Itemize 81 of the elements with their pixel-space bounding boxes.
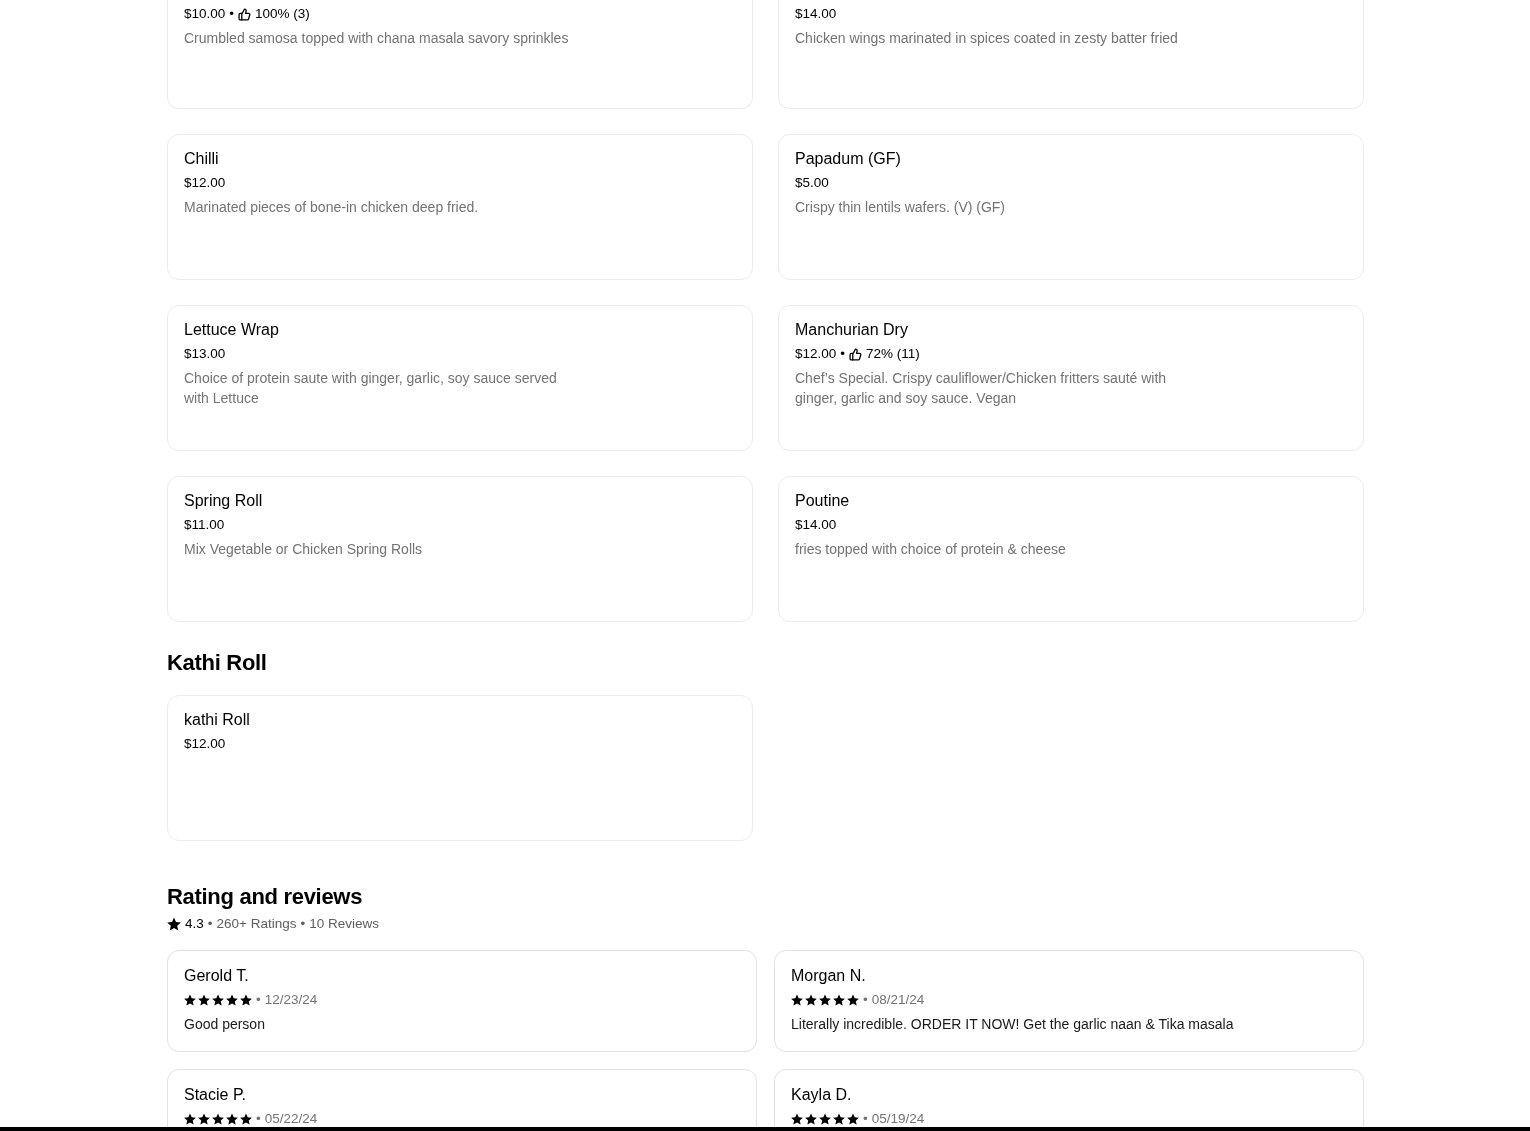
star-icon [805, 1113, 817, 1125]
menu-item-card[interactable]: kathi Roll $12.00 [167, 695, 753, 841]
reviewer-name: Morgan N. [791, 966, 866, 986]
star-icon [212, 994, 224, 1006]
star-icon [847, 994, 859, 1006]
item-description: Crispy thin lentils wafers. (V) (GF) [795, 198, 1006, 217]
item-description: Crumbled samosa topped with chana masala savory sprinkles [184, 29, 569, 48]
item-price: $12.00 [184, 735, 226, 753]
bullet-separator: • [863, 991, 868, 1009]
item-description: fries topped with choice of protein & cheese [795, 540, 1066, 559]
item-price: $13.00 [184, 345, 226, 363]
thumbs-up-icon [238, 7, 252, 21]
star-icon [847, 1113, 859, 1125]
bullet-separator: • [840, 345, 846, 363]
menu-item-card[interactable]: Papadum (GF) $5.00 Crispy thin lentils wafers. (V) (GF) [778, 134, 1364, 280]
star-icon [791, 994, 803, 1006]
menu-item-card[interactable]: $14.00 Chicken wings marinated in spices coated in zesty batter fried [778, 0, 1364, 109]
item-description: Chicken wings marinated in spices coated in zesty batter fried [795, 29, 1178, 48]
bullet-separator: • [300, 915, 306, 933]
ratings-count: 260+ Ratings [216, 915, 297, 933]
menu-item-card[interactable]: Poutine $14.00 fries topped with choice of protein & cheese [778, 476, 1364, 622]
review-text: Good person [184, 1015, 265, 1034]
item-price: $12.00 [795, 345, 837, 363]
item-name: Chilli [184, 149, 219, 169]
item-price: $12.00 [184, 174, 226, 192]
star-icon [805, 994, 817, 1006]
star-icon [198, 994, 210, 1006]
review-date: 12/23/24 [264, 991, 318, 1009]
reviews-count: 10 Reviews [309, 915, 379, 933]
star-icon [184, 994, 196, 1006]
menu-item-card[interactable]: Chilli $12.00 Marinated pieces of bone-in chicken deep fried. [167, 134, 753, 280]
section-heading: Rating and reviews [167, 883, 363, 911]
bullet-separator: • [229, 5, 235, 23]
star-icon [226, 1113, 238, 1125]
item-name: Manchurian Dry [795, 320, 908, 340]
bullet-separator: • [207, 915, 213, 933]
star-icon [240, 1113, 252, 1125]
thumbs-up-icon [849, 347, 863, 361]
star-icon [212, 1113, 224, 1125]
item-name: Poutine [795, 491, 850, 511]
item-price: $10.00 [184, 5, 226, 23]
menu-item-card[interactable]: Spring Roll $11.00 Mix Vegetable or Chicken Spring Rolls [167, 476, 753, 622]
item-name: Spring Roll [184, 491, 263, 511]
star-icon [226, 994, 238, 1006]
item-name: Papadum (GF) [795, 149, 901, 169]
item-name: kathi Roll [184, 710, 250, 730]
item-price: $11.00 [184, 516, 225, 534]
item-price: $5.00 [795, 174, 829, 192]
item-description: Chef’s Special. Crispy cauliflower/Chicken fritters sauté with ginger, garlic and soy sauce. Vegan [795, 369, 1168, 408]
bullet-separator: • [256, 1110, 261, 1128]
star-icon [819, 1113, 831, 1125]
like-rating: 72% (11) [866, 345, 920, 363]
like-rating: 100% (3) [255, 5, 310, 23]
star-icon [198, 1113, 210, 1125]
review-date: 05/22/24 [264, 1110, 318, 1128]
reviewer-name: Stacie P. [184, 1085, 246, 1105]
menu-item-card[interactable]: $10.00 • 100% (3) Crumbled samosa topped with chana masala savory sprinkles [167, 0, 753, 109]
review-date: 05/19/24 [871, 1110, 925, 1128]
star-icon [167, 917, 181, 931]
bullet-separator: • [256, 991, 261, 1009]
item-description: Choice of protein saute with ginger, garlic, soy sauce served with Lettuce [184, 369, 558, 408]
item-price: $14.00 [795, 516, 837, 534]
star-icon [240, 994, 252, 1006]
menu-item-card[interactable]: Lettuce Wrap $13.00 Choice of protein saute with ginger, garlic, soy sauce served with Lettuce [167, 305, 753, 451]
review-date: 08/21/24 [871, 991, 925, 1009]
star-icon [819, 994, 831, 1006]
reviewer-name: Gerold T. [184, 966, 249, 986]
star-icon [184, 1113, 196, 1125]
item-description: Marinated pieces of bone-in chicken deep fried. [184, 198, 479, 217]
section-heading: Kathi Roll [167, 649, 267, 677]
item-description: Mix Vegetable or Chicken Spring Rolls [184, 540, 423, 559]
menu-item-card[interactable]: Manchurian Dry $12.00 • 72% (11) Chef’s Special. Crispy cauliflower/Chicken fritters sauté with ginger, garlic and soy sauce. Vegan [778, 305, 1364, 451]
star-icon [833, 994, 845, 1006]
bullet-separator: • [863, 1110, 868, 1128]
item-price: $14.00 [795, 5, 837, 23]
star-icon [791, 1113, 803, 1125]
reviewer-name: Kayla D. [791, 1085, 852, 1105]
review-text: Literally incredible. ORDER IT NOW! Get the garlic naan & Tika masala [791, 1015, 1234, 1034]
star-icon [833, 1113, 845, 1125]
item-name: Lettuce Wrap [184, 320, 279, 340]
rating-score: 4.3 [185, 915, 204, 933]
